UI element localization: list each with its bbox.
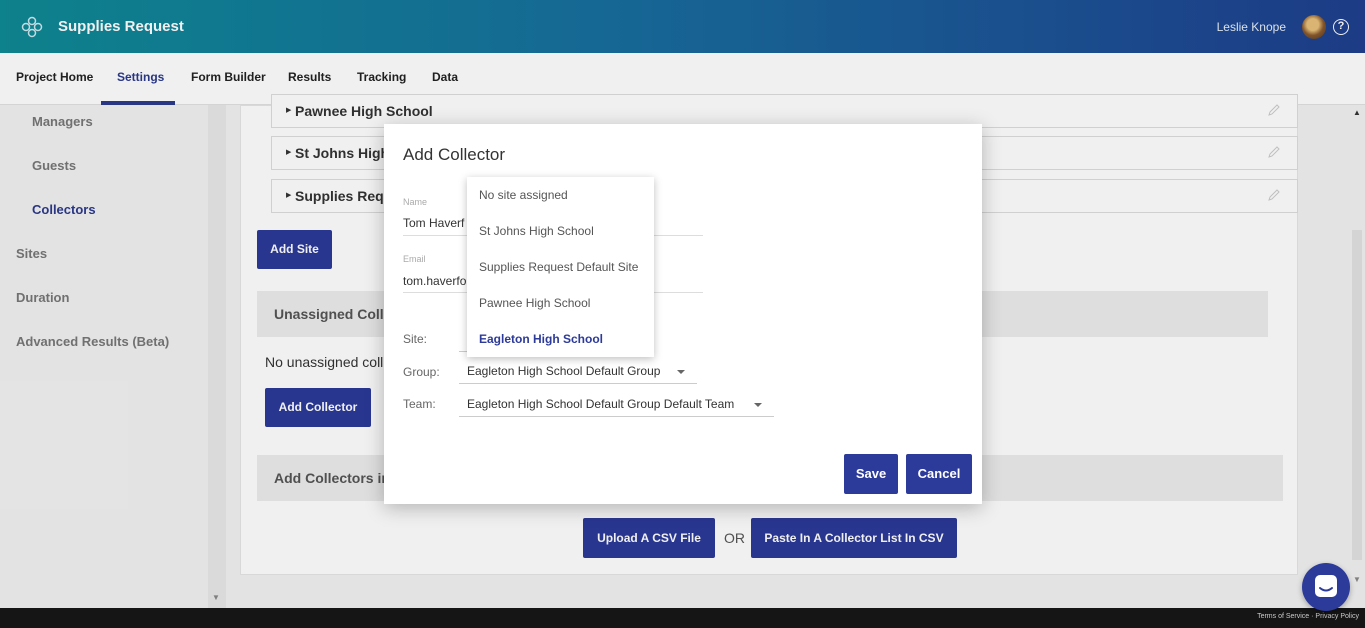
footer-links[interactable]: Terms of Service · Privacy Policy [1257,613,1359,620]
email-field-label: Email [403,254,426,264]
name-field[interactable]: Tom Haverf [403,216,464,230]
site-option-none[interactable]: No site assigned [479,188,568,202]
group-select[interactable]: Eagleton High School Default Group [459,358,697,384]
save-button[interactable]: Save [844,454,898,494]
modal-title: Add Collector [403,145,506,164]
site-dropdown-menu: No site assigned St Johns High School Su… [467,177,654,357]
site-option-eagleton[interactable]: Eagleton High School [479,332,603,346]
page-footer: Terms of Service · Privacy Policy [0,608,1365,628]
group-select-value: Eagleton High School Default Group [467,364,661,378]
site-label: Site: [403,332,428,346]
site-option-default-site[interactable]: Supplies Request Default Site [479,260,638,274]
team-label: Team: [403,397,436,411]
group-label: Group: [403,365,440,379]
team-select-value: Eagleton High School Default Group Defau… [467,397,735,411]
email-field[interactable]: tom.haverfo [403,274,466,288]
site-option-pawnee[interactable]: Pawnee High School [479,296,590,310]
chat-icon [1315,575,1337,597]
team-select[interactable]: Eagleton High School Default Group Defau… [459,391,774,417]
site-option-st-johns[interactable]: St Johns High School [479,224,594,238]
chevron-down-icon [754,403,762,407]
name-field-label: Name [403,197,428,207]
cancel-button[interactable]: Cancel [906,454,972,494]
chevron-down-icon [677,370,685,374]
chat-launcher-button[interactable] [1302,563,1350,611]
